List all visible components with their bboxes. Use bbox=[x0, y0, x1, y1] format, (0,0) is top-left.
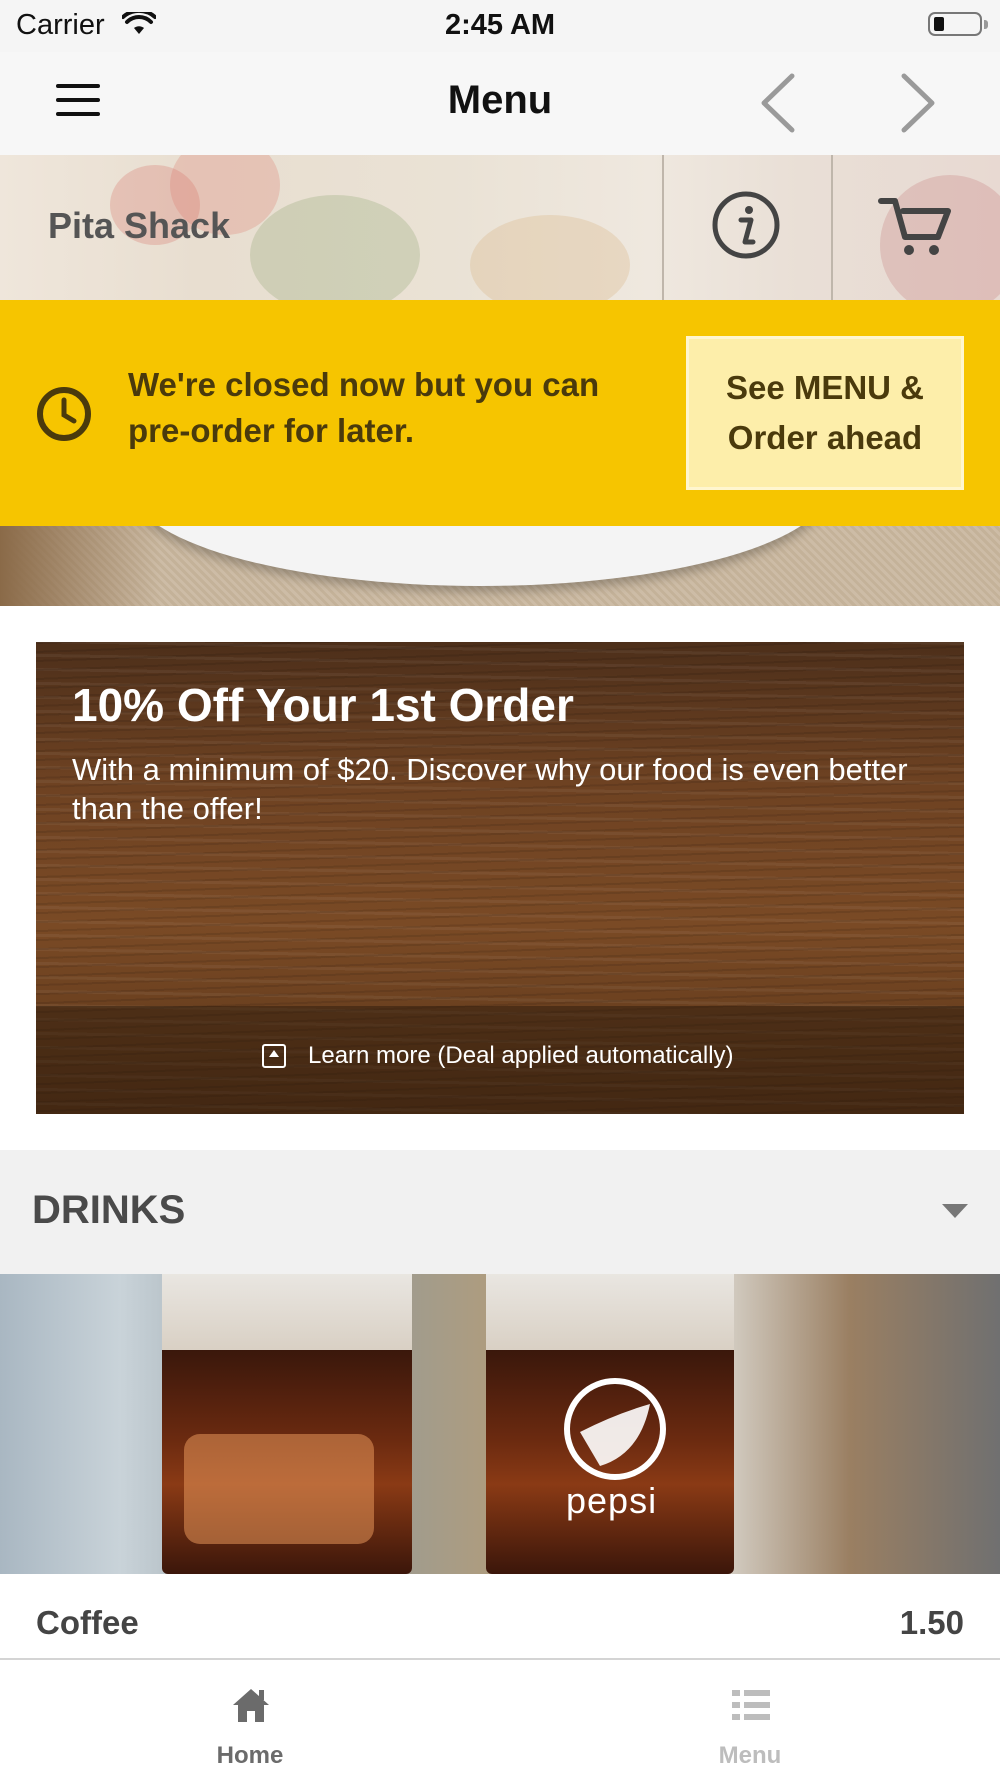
section-title: DRINKS bbox=[32, 1188, 186, 1232]
section-header-drinks[interactable]: DRINKS bbox=[0, 1150, 1000, 1274]
app-screen: Carrier 2:45 AM Menu Pita Shack We're cl… bbox=[0, 0, 1000, 1778]
tab-home[interactable]: Home bbox=[0, 1660, 500, 1778]
deal-description: With a minimum of $20. Discover why our … bbox=[72, 752, 908, 826]
pepsi-logo-icon bbox=[564, 1378, 666, 1480]
learn-more-label: Learn more (Deal applied automatically) bbox=[308, 1042, 734, 1069]
info-icon bbox=[712, 191, 780, 259]
tab-label: Menu bbox=[718, 1742, 782, 1769]
cart-icon bbox=[878, 198, 951, 255]
hamburger-menu-button[interactable] bbox=[56, 84, 100, 118]
item-price: 1.50 bbox=[899, 1604, 964, 1641]
hero-food-image bbox=[0, 526, 1000, 606]
closed-message: We're closed now but you can pre-order f… bbox=[128, 366, 600, 449]
tab-bar: Home Menu bbox=[0, 1658, 1000, 1778]
pepsi-brand-text: pepsi bbox=[566, 1480, 658, 1521]
navigation-bar: Menu bbox=[0, 52, 1000, 155]
restaurant-header: Pita Shack bbox=[0, 155, 1000, 300]
restaurant-info-button[interactable] bbox=[663, 155, 831, 300]
tab-label: Home bbox=[216, 1742, 284, 1769]
order-ahead-line1: See MENU & bbox=[725, 369, 925, 406]
tab-menu[interactable]: Menu bbox=[500, 1660, 1000, 1778]
item-name: Coffee bbox=[36, 1604, 139, 1641]
glass bbox=[162, 1274, 412, 1574]
deal-learn-more[interactable]: Learn more (Deal applied automatically) bbox=[36, 1006, 964, 1114]
status-bar: Carrier 2:45 AM bbox=[0, 0, 1000, 52]
expand-up-icon bbox=[262, 1044, 286, 1068]
deal-title: 10% Off Your 1st Order bbox=[72, 679, 574, 731]
cart-button[interactable] bbox=[833, 155, 1000, 300]
chevron-left-icon[interactable] bbox=[742, 70, 812, 136]
order-ahead-line2: Order ahead bbox=[727, 419, 923, 456]
list-icon bbox=[732, 1690, 770, 1720]
battery-icon bbox=[928, 12, 988, 36]
restaurant-name: Pita Shack bbox=[48, 205, 231, 246]
menu-item[interactable]: Coffee 1.50 bbox=[0, 1574, 1000, 1660]
see-menu-order-ahead-button[interactable]: See MENU & Order ahead bbox=[686, 336, 964, 490]
clock-icon bbox=[37, 387, 91, 441]
closed-notice-banner: We're closed now but you can pre-order f… bbox=[0, 300, 1000, 526]
chevron-down-icon bbox=[942, 1204, 968, 1218]
chevron-right-icon[interactable] bbox=[884, 70, 954, 136]
deal-card[interactable]: 10% Off Your 1st Order With a minimum of… bbox=[36, 642, 964, 1114]
clock-time: 2:45 AM bbox=[444, 9, 556, 41]
page-title: Menu bbox=[447, 78, 553, 122]
drinks-image: pepsi bbox=[0, 1274, 1000, 1574]
home-icon bbox=[233, 1689, 269, 1722]
